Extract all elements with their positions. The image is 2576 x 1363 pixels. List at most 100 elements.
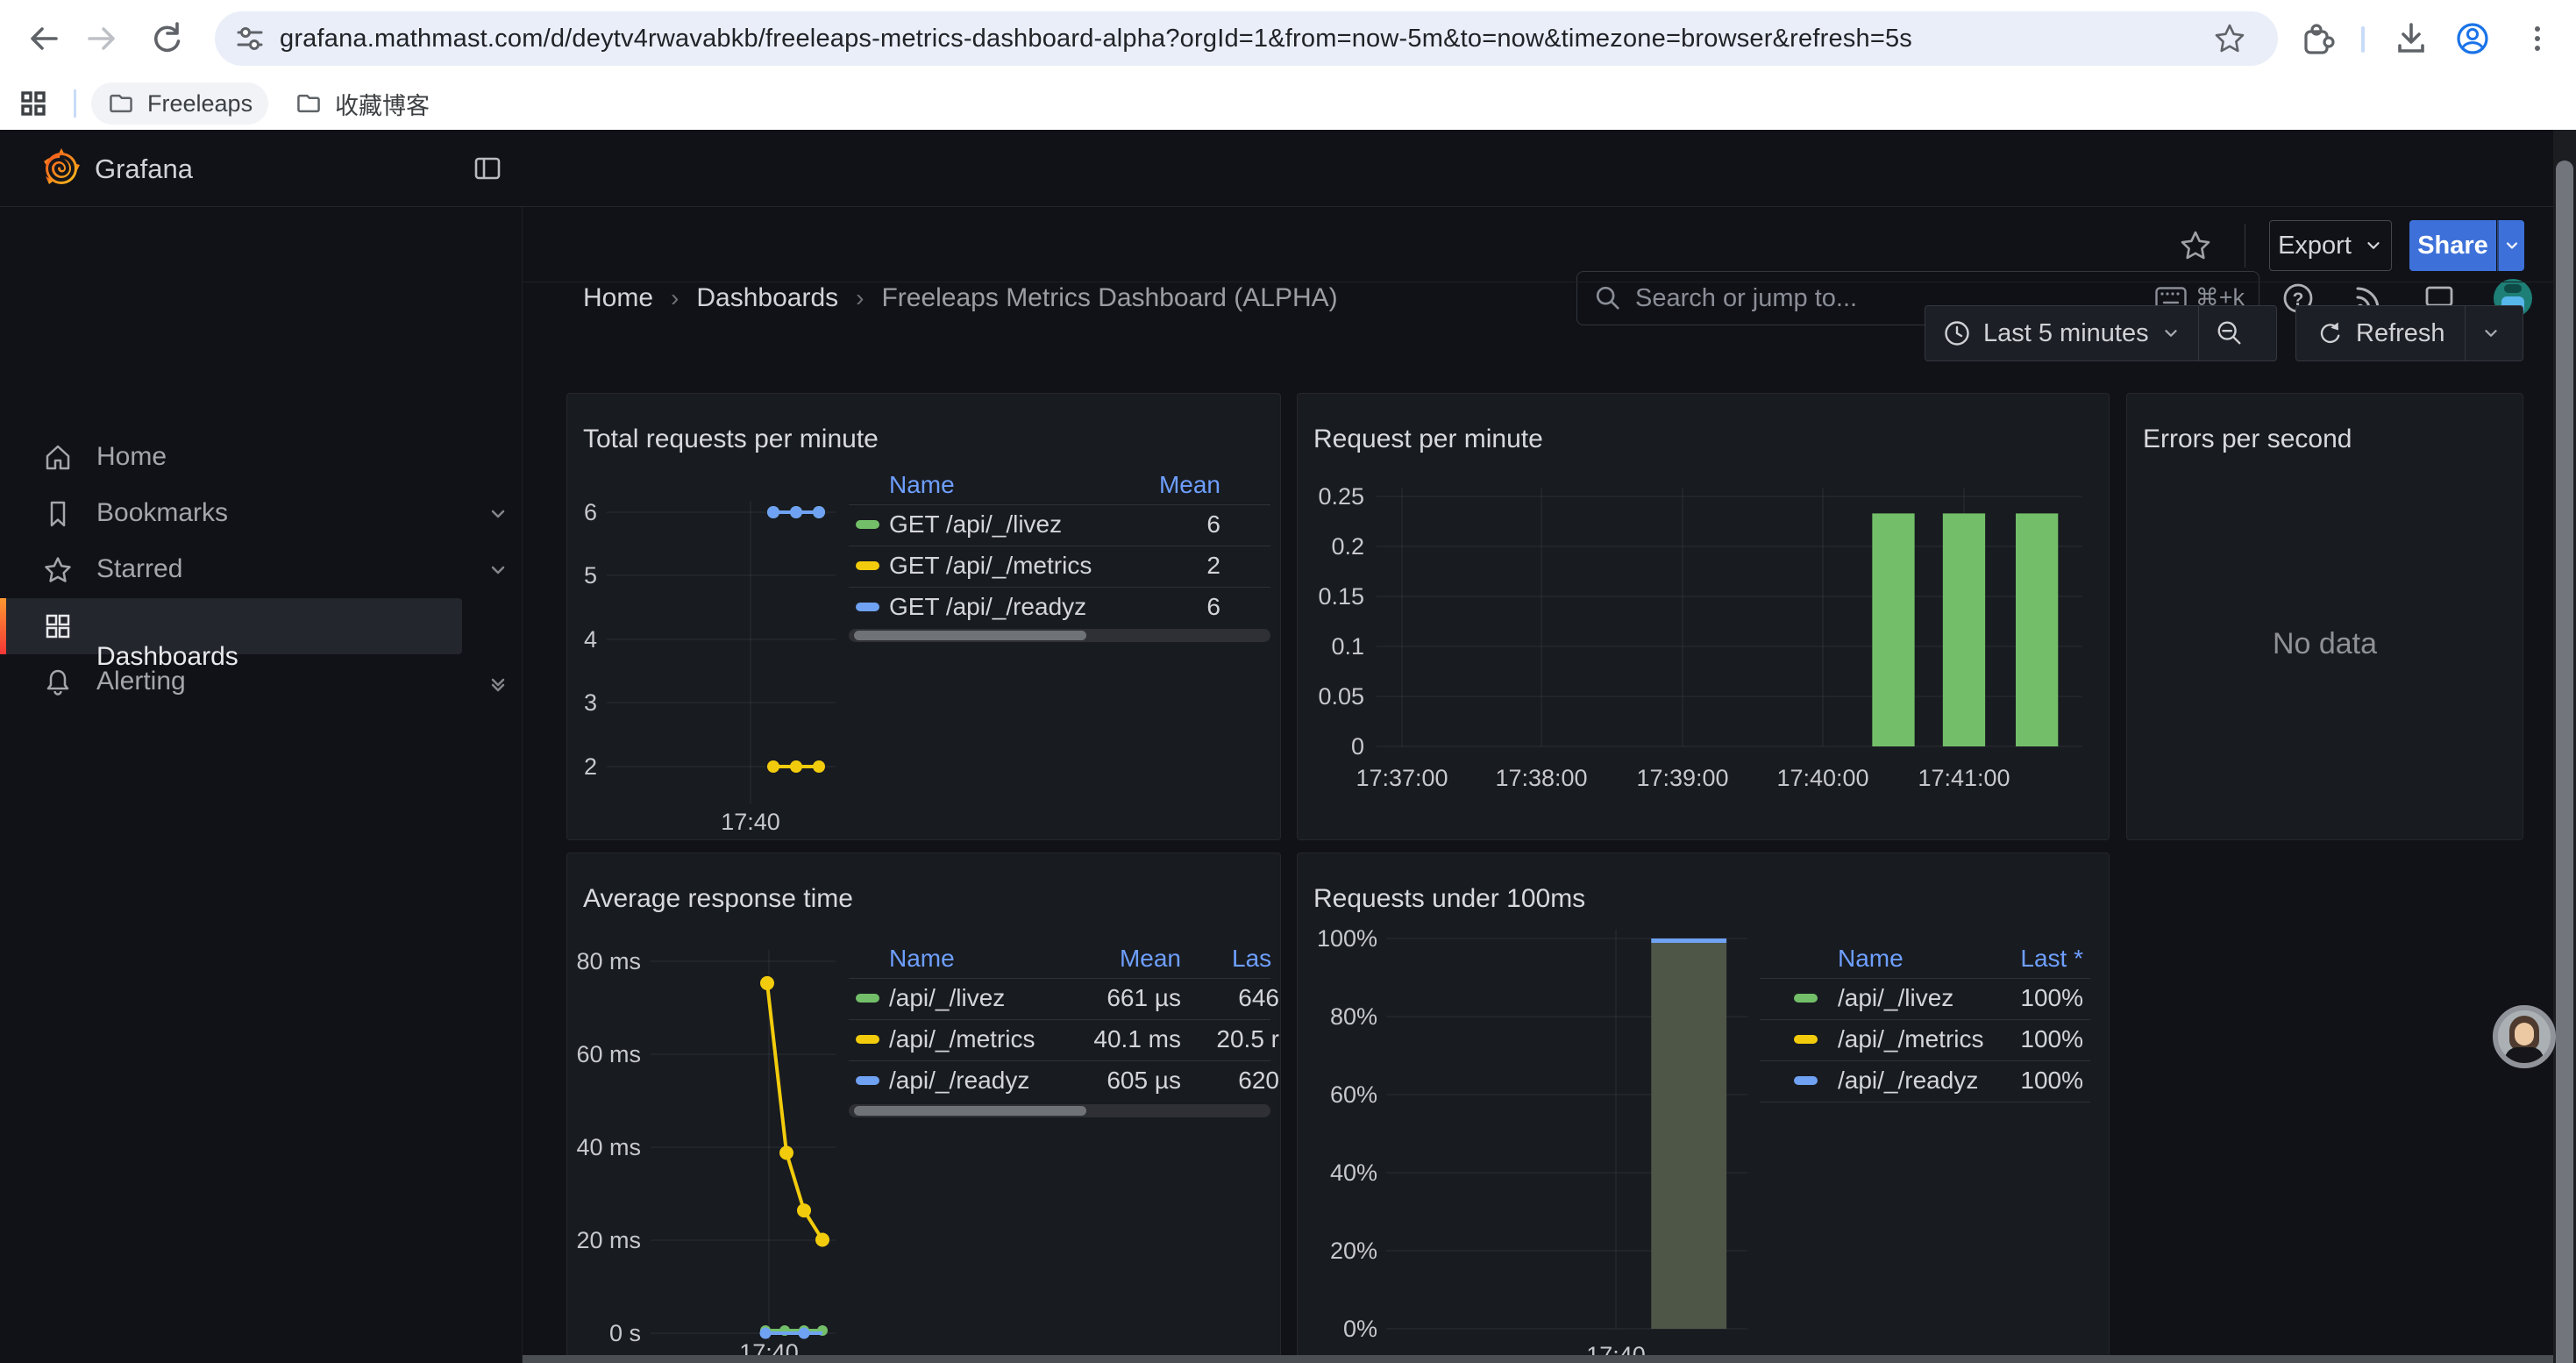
breadcrumb-home[interactable]: Home (583, 283, 653, 313)
svg-text:0.05: 0.05 (1318, 683, 1364, 710)
breadcrumb-current: Freeleaps Metrics Dashboard (ALPHA) (881, 283, 1337, 313)
breadcrumb-separator: › (671, 284, 679, 312)
clock-icon (1943, 319, 1971, 347)
legend-header-las[interactable]: Las (1232, 945, 1271, 973)
url-text[interactable]: grafana.mathmast.com/d/deytv4rwavabkb/fr… (280, 25, 1912, 54)
zoom-out-icon (2215, 318, 2245, 348)
chevron-down-icon[interactable] (487, 503, 509, 525)
export-button[interactable]: Export (2269, 220, 2392, 271)
legend-row-value: 6 (849, 593, 1220, 621)
legend-row-value: 620 (849, 1067, 1279, 1095)
legend-header-mean[interactable]: Mean (849, 471, 1220, 499)
chart-request-per-minute: 0.250.20.150.10.05017:37:0017:38:0017:39… (1298, 394, 2110, 840)
apps-grid-icon[interactable] (18, 88, 49, 119)
legend-table: NameLast */api/_/livez100%/api/_/metrics… (1298, 853, 2110, 1363)
svg-text:17:38:00: 17:38:00 (1495, 765, 1587, 791)
download-icon[interactable] (2392, 19, 2430, 58)
horizontal-scrollbar[interactable] (523, 1355, 2553, 1363)
time-range-picker[interactable]: Last 5 minutes (1925, 319, 2198, 348)
toolbar-divider (2361, 26, 2365, 53)
svg-text:0.25: 0.25 (1318, 483, 1364, 510)
svg-text:17:37:00: 17:37:00 (1356, 765, 1448, 791)
legend-row-value: 100% (1760, 1067, 2083, 1095)
bookmarks-bar: Freeleaps 收藏博客 (0, 77, 2576, 130)
sidebar-item-label: Bookmarks (96, 498, 228, 528)
grafana-topnav: Grafana Home › Dashboards › Freeleaps Me… (0, 130, 2576, 207)
svg-text:0: 0 (1351, 733, 1364, 760)
legend-row-value: 100% (1760, 1025, 2083, 1053)
sidebar-item-dashboards[interactable]: Dashboards (0, 598, 523, 654)
breadcrumb-separator: › (856, 284, 864, 312)
svg-text:0.2: 0.2 (1331, 533, 1364, 560)
svg-text:17:40:00: 17:40:00 (1776, 765, 1868, 791)
site-settings-icon[interactable] (234, 23, 266, 54)
scrollbar-thumb[interactable] (2556, 161, 2573, 1363)
legend-table: NameMeanGET /api/_/livez6GET /api/_/metr… (567, 394, 1281, 840)
search-icon (1593, 283, 1623, 313)
url-bar[interactable]: grafana.mathmast.com/d/deytv4rwavabkb/fr… (215, 11, 2278, 66)
bookmarks-divider (74, 89, 76, 118)
legend-separator (1760, 1060, 2090, 1061)
sidebar-item-starred[interactable]: Starred (0, 542, 523, 598)
assistant-avatar-widget[interactable] (2493, 1005, 2556, 1068)
forward-icon[interactable] (84, 19, 123, 58)
legend-separator (1760, 1102, 2090, 1103)
profile-icon[interactable] (2453, 19, 2492, 58)
menu-icon[interactable] (2518, 19, 2557, 58)
chevron-down-icon (2161, 324, 2181, 343)
favorite-star-icon[interactable] (2178, 228, 2213, 263)
legend-header-last-[interactable]: Last * (1760, 945, 2083, 973)
sidebar-item-alerting[interactable]: Alerting (0, 654, 523, 710)
home-icon (42, 442, 74, 474)
svg-text:17:39:00: 17:39:00 (1636, 765, 1728, 791)
panel-title[interactable]: Errors per second (2143, 425, 2352, 454)
bookmark-folder-blogs[interactable]: 收藏博客 (279, 82, 445, 125)
legend-row-value: 6 (849, 510, 1220, 539)
legend-scrollbar-thumb[interactable] (854, 1106, 1086, 1116)
panel-requests-under-100ms: Requests under 100ms 100%80%60%40%20%0%1… (1297, 853, 2110, 1363)
browser-toolbar: grafana.mathmast.com/d/deytv4rwavabkb/fr… (0, 0, 2576, 77)
legend-row-value: 100% (1760, 984, 2083, 1012)
legend-row-value: 646 (849, 984, 1279, 1012)
sidebar-item-home[interactable]: Home (0, 430, 523, 486)
sidebar-item-bookmarks[interactable]: Bookmarks (0, 486, 523, 542)
grafana-logo[interactable] (40, 147, 82, 189)
extensions-icon[interactable] (2297, 19, 2336, 58)
legend-table: NameMeanLas/api/_/livez661 µs646/api/_/m… (567, 853, 1281, 1363)
chevron-down-icon (2364, 236, 2383, 255)
legend-separator (1760, 1019, 2090, 1020)
share-button[interactable]: Share (2409, 220, 2496, 271)
breadcrumb-dashboards[interactable]: Dashboards (696, 283, 838, 313)
brand-name[interactable]: Grafana (95, 153, 193, 185)
chevron-down-icon[interactable] (487, 560, 509, 581)
dashboard-actions-row (523, 207, 2576, 282)
back-icon[interactable] (23, 19, 61, 58)
legend-separator (849, 978, 1270, 979)
refresh-icon (2316, 319, 2344, 347)
no-data-message: No data (2127, 627, 2523, 661)
sidebar-toggle-icon[interactable] (472, 153, 503, 184)
bookmark-folder-freeleaps[interactable]: Freeleaps (91, 82, 268, 125)
legend-separator (849, 587, 1270, 588)
bookmark-label: 收藏博客 (335, 87, 430, 121)
legend-row-value: 20.5 r (849, 1025, 1279, 1053)
refresh-button[interactable]: Refresh (2296, 319, 2465, 348)
legend-header-mean[interactable]: Mean (849, 945, 1181, 973)
chevron-down-icon (2481, 324, 2501, 343)
screen: grafana.mathmast.com/d/deytv4rwavabkb/fr… (0, 0, 2576, 1363)
svg-text:0.15: 0.15 (1318, 583, 1364, 610)
legend-scrollbar-thumb[interactable] (854, 631, 1086, 640)
panel-total-requests-per-minute: Total requests per minute 6543217:40 Nam… (566, 393, 1281, 840)
reload-icon[interactable] (147, 19, 186, 58)
share-dropdown-button[interactable] (2497, 220, 2524, 271)
chevron-down-icon (2503, 237, 2521, 254)
chevron-down-icon[interactable] (487, 672, 509, 693)
zoom-out-button[interactable] (2199, 318, 2260, 348)
sidebar-item-label: Home (96, 442, 167, 472)
bookmark-star-icon[interactable] (2212, 21, 2247, 56)
time-range-group: Last 5 minutes (1925, 305, 2277, 361)
refresh-interval-dropdown[interactable] (2466, 324, 2516, 343)
sidebar-item-label: Starred (96, 554, 182, 584)
sidebar: Home Bookmarks Starred Dashboards Alerti… (0, 207, 523, 1363)
dashboards-grid-icon (42, 610, 565, 642)
